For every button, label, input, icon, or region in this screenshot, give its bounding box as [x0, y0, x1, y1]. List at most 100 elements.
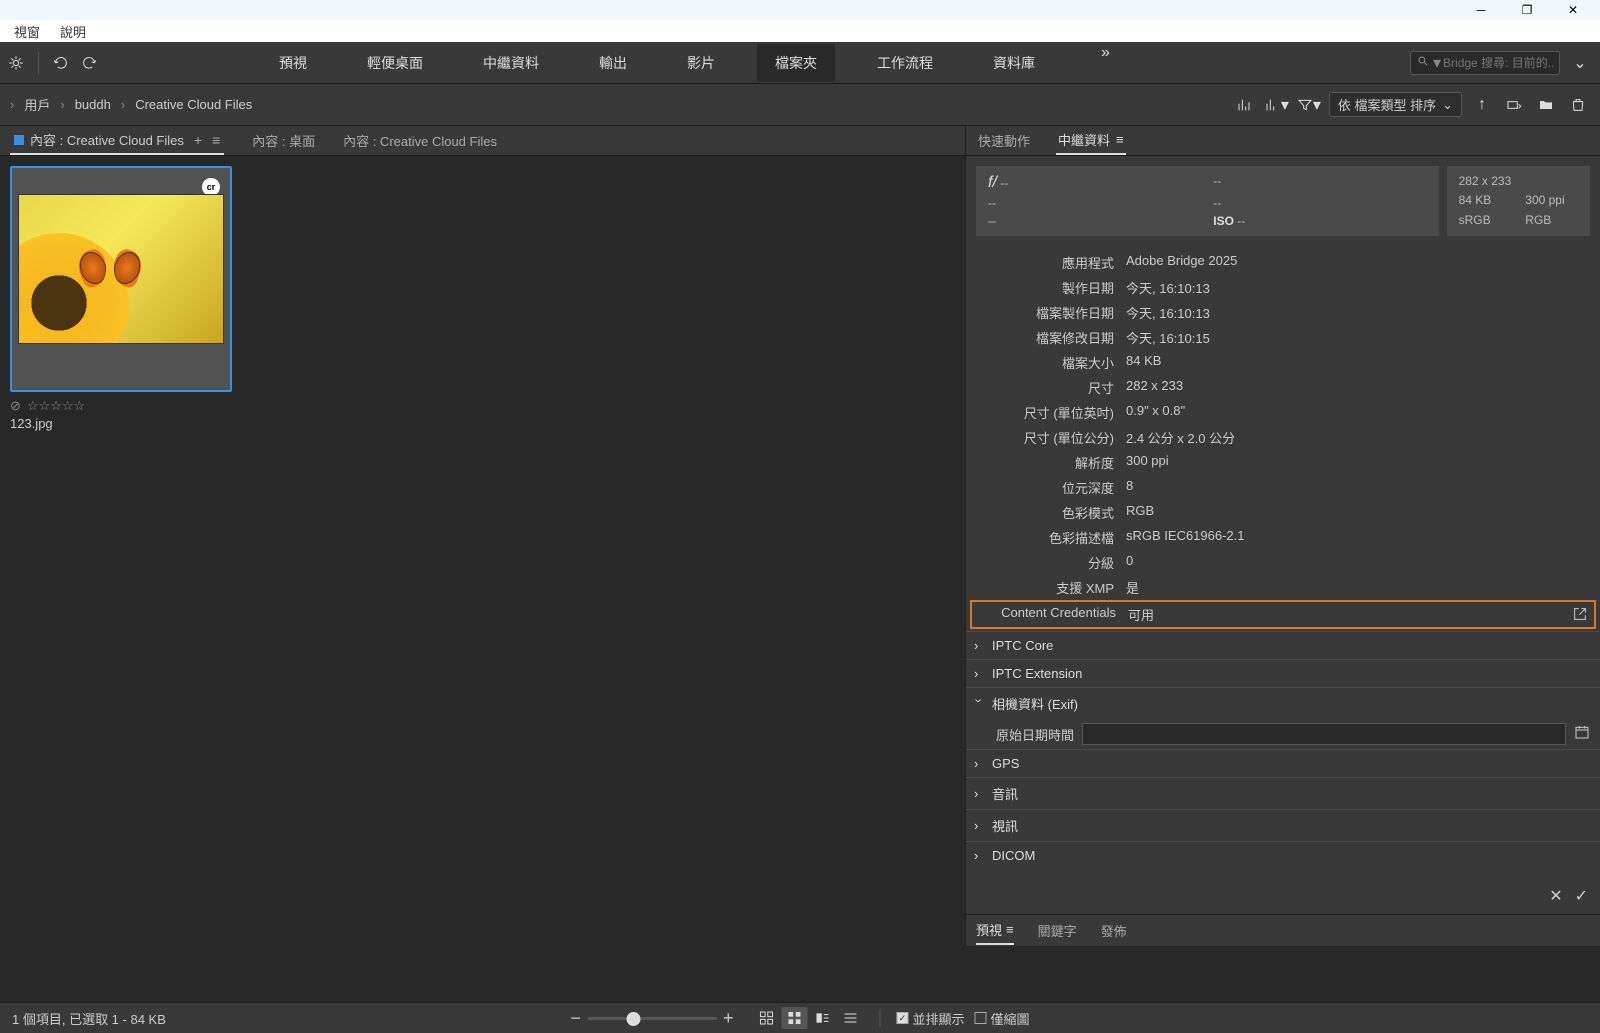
summary-srgb: sRGB	[1459, 213, 1512, 228]
view-grid-small-icon[interactable]	[754, 1007, 780, 1029]
content-credentials-row[interactable]: Content Credentials 可用	[970, 600, 1596, 629]
summary-size: 84 KB	[1459, 193, 1512, 208]
bottom-tab-preview[interactable]: 預視≡	[976, 916, 1014, 945]
sort-label: 依 檔案類型 排序	[1338, 95, 1436, 114]
panel-tab-content-cc[interactable]: 內容 : Creative Cloud Files + ≡	[10, 126, 224, 155]
zoom-out-icon[interactable]: −	[570, 1008, 581, 1029]
meta-value: Adobe Bridge 2025	[1126, 253, 1590, 272]
view-grid-icon[interactable]	[782, 1007, 808, 1029]
tab-menu-icon[interactable]: ≡	[212, 132, 220, 148]
meta-value: 300 ppi	[1126, 453, 1590, 472]
tab-label: 中繼資料	[1058, 130, 1110, 149]
status-bar: 1 個項目, 已選取 1 - 84 KB − + ✓ 並排顯示 僅縮圖	[0, 1002, 1600, 1033]
open-external-icon[interactable]	[1572, 606, 1588, 625]
chevron-right-icon: ›	[10, 97, 14, 112]
menu-window[interactable]: 視窗	[4, 20, 50, 43]
undo-button[interactable]	[49, 51, 73, 75]
checkbox-icon: ✓	[897, 1012, 909, 1024]
meta-label: 檔案製作日期	[996, 303, 1126, 322]
slider-thumb[interactable]	[626, 1012, 640, 1026]
search-dropdown-icon[interactable]: ⌄	[1568, 51, 1592, 75]
section-camera-exif[interactable]: ›相機資料 (Exif)	[966, 687, 1600, 719]
sort-dropdown[interactable]: 依 檔案類型 排序 ⌄	[1329, 92, 1462, 117]
filename-label: 123.jpg	[10, 416, 955, 431]
crumb-user[interactable]: 用戶	[24, 95, 50, 114]
tab-workflow[interactable]: 工作流程	[859, 44, 951, 82]
tab-output[interactable]: 輸出	[581, 44, 645, 82]
section-iptc-ext[interactable]: ›IPTC Extension	[966, 659, 1600, 687]
section-dicom[interactable]: ›DICOM	[966, 841, 1600, 869]
checkbox-icon	[975, 1012, 987, 1024]
calendar-icon[interactable]	[1574, 724, 1590, 745]
tab-quick-actions[interactable]: 快速動作	[976, 127, 1032, 154]
import-icon[interactable]	[1502, 93, 1526, 117]
tab-folder[interactable]: 檔案夾	[757, 44, 835, 82]
sort-direction-icon[interactable]: ↑	[1470, 93, 1494, 117]
crumb-buddh[interactable]: buddh	[75, 97, 111, 112]
panel-tab-label: 內容 : Creative Cloud Files	[30, 130, 184, 149]
tab-video[interactable]: 影片	[669, 44, 733, 82]
maximize-button[interactable]: ❐	[1504, 0, 1550, 20]
meta-value: 0.9" x 0.8"	[1126, 403, 1590, 422]
thumbnail-item[interactable]: cr	[10, 166, 232, 392]
menu-bar: 視窗 說明	[0, 20, 1600, 42]
tab-library[interactable]: 資料庫	[975, 44, 1053, 82]
panel-menu-icon[interactable]: ≡	[1006, 922, 1014, 937]
view-detail-icon[interactable]	[810, 1007, 836, 1029]
section-audio[interactable]: ›音訊	[966, 777, 1600, 809]
menu-help[interactable]: 說明	[50, 20, 96, 43]
tab-essentials[interactable]: 輕便桌面	[349, 44, 441, 82]
reject-icon[interactable]: ⊘	[10, 398, 21, 414]
thumbnails-grid[interactable]: cr ⊘ ☆☆☆☆☆ 123.jpg	[0, 156, 965, 946]
meta-label: 分級	[996, 553, 1126, 572]
search-input[interactable]	[1443, 56, 1553, 70]
histogram-dropdown-icon[interactable]: ▾	[1265, 93, 1289, 117]
tabs-overflow-icon[interactable]: »	[1101, 44, 1110, 82]
redo-button[interactable]	[77, 51, 101, 75]
meta-label: 解析度	[996, 453, 1126, 472]
trash-icon[interactable]	[1566, 93, 1590, 117]
minimize-button[interactable]: ─	[1458, 0, 1504, 20]
meta-value: 今天, 16:10:13	[1126, 303, 1590, 322]
main-toolbar: 預視 輕便桌面 中繼資料 輸出 影片 檔案夾 工作流程 資料庫 » ▾ ⌄	[0, 42, 1600, 84]
rating-row[interactable]: ⊘ ☆☆☆☆☆	[10, 398, 955, 414]
status-items-label: 1 個項目, 已選取 1 - 84 KB	[12, 1009, 166, 1028]
histogram-icon[interactable]	[1233, 93, 1257, 117]
add-tab-icon[interactable]: +	[194, 132, 202, 148]
meta-label: 色彩描述檔	[996, 528, 1126, 547]
panel-tab-content-cc2[interactable]: 內容 : Creative Cloud Files	[343, 131, 497, 150]
chevron-down-icon: ›	[972, 699, 987, 709]
metadata-summary: f/ -- -- -- -- -- ISO -- 282 x 233 84 KB…	[966, 156, 1600, 246]
tab-metadata[interactable]: 中繼資料	[465, 44, 557, 82]
chevron-down-icon: ⌄	[1442, 97, 1453, 113]
side-by-side-toggle[interactable]: ✓ 並排顯示	[897, 1009, 965, 1028]
meta-value: 今天, 16:10:13	[1126, 278, 1590, 297]
app-logo-icon[interactable]	[4, 51, 28, 75]
open-folder-icon[interactable]	[1534, 93, 1558, 117]
cancel-metadata-button[interactable]: ✕	[1549, 886, 1562, 906]
apply-metadata-button[interactable]: ✓	[1575, 886, 1588, 906]
view-list-icon[interactable]	[838, 1007, 864, 1029]
tab-metadata-side[interactable]: 中繼資料 ≡	[1056, 126, 1126, 155]
zoom-slider[interactable]: − +	[570, 1008, 733, 1029]
meta-value: 今天, 16:10:15	[1126, 328, 1590, 347]
panel-menu-icon[interactable]: ≡	[1116, 132, 1124, 147]
section-iptc-core[interactable]: ›IPTC Core	[966, 631, 1600, 659]
thumbnail-only-toggle[interactable]: 僅縮圖	[975, 1009, 1030, 1028]
meta-label: 尺寸	[996, 378, 1126, 397]
tab-preview[interactable]: 預視	[261, 44, 325, 82]
panel-tab-content-desktop[interactable]: 內容 : 桌面	[252, 131, 315, 150]
filter-icon[interactable]: ▾	[1297, 93, 1321, 117]
search-box[interactable]: ▾	[1410, 51, 1560, 75]
bottom-tab-keywords[interactable]: 關鍵字	[1038, 917, 1077, 944]
exif-date-input[interactable]	[1082, 723, 1566, 745]
slider-track[interactable]	[587, 1017, 717, 1020]
close-button[interactable]: ✕	[1550, 0, 1596, 20]
meta-label: 檔案修改日期	[996, 328, 1126, 347]
section-gps[interactable]: ›GPS	[966, 749, 1600, 777]
bottom-tab-publish[interactable]: 發佈	[1101, 917, 1127, 944]
zoom-in-icon[interactable]: +	[723, 1008, 734, 1029]
star-rating[interactable]: ☆☆☆☆☆	[27, 398, 85, 414]
crumb-ccfiles[interactable]: Creative Cloud Files	[135, 97, 252, 112]
section-video[interactable]: ›視訊	[966, 809, 1600, 841]
